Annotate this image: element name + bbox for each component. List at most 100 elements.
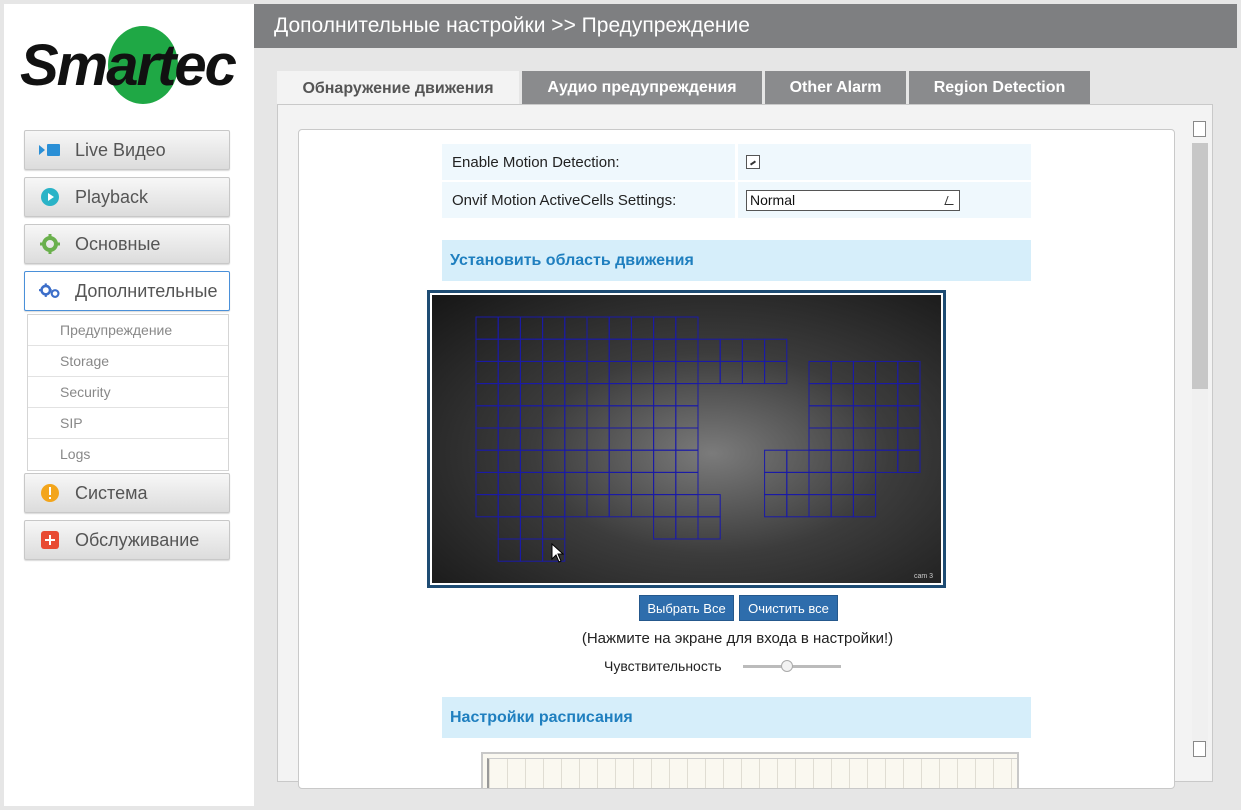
motion-grid-cell[interactable] — [497, 494, 521, 518]
sidebar-item-system[interactable]: Система — [24, 473, 230, 513]
motion-grid-cell[interactable] — [542, 471, 566, 496]
motion-grid-cell[interactable] — [475, 427, 499, 451]
schedule-grid-cells[interactable] — [487, 758, 1017, 788]
motion-grid-cell[interactable] — [875, 360, 899, 385]
tab-other-alarm[interactable]: Other Alarm — [765, 71, 906, 105]
sidebar-item-advanced[interactable]: Дополнительные — [24, 271, 230, 311]
motion-grid-cell[interactable] — [608, 360, 632, 385]
motion-grid-cell[interactable] — [897, 427, 921, 451]
motion-grid-cell[interactable] — [897, 383, 921, 407]
motion-grid-cell[interactable] — [852, 427, 877, 451]
motion-grid-cell[interactable] — [586, 449, 610, 473]
motion-grid-cell[interactable] — [630, 383, 655, 407]
motion-grid[interactable] — [432, 295, 941, 583]
motion-grid-cell[interactable] — [564, 405, 588, 429]
motion-grid-cell[interactable] — [519, 494, 544, 518]
motion-grid-cell[interactable] — [697, 338, 721, 362]
motion-grid-cell[interactable] — [830, 494, 854, 518]
schedule-grid[interactable] — [481, 752, 1019, 788]
motion-grid-cell[interactable] — [542, 427, 566, 451]
motion-grid-cell[interactable] — [719, 338, 743, 362]
onvif-cells-select[interactable]: Normal — [746, 189, 960, 211]
motion-grid-cell[interactable] — [675, 316, 699, 340]
motion-grid-cell[interactable] — [852, 449, 877, 473]
motion-grid-cell[interactable] — [630, 494, 655, 518]
motion-grid-cell[interactable] — [542, 360, 566, 385]
motion-grid-cell[interactable] — [586, 471, 610, 496]
motion-grid-cell[interactable] — [497, 405, 521, 429]
tab-motion-detection[interactable]: Обнаружение движения — [277, 71, 519, 106]
motion-grid-cell[interactable] — [675, 405, 699, 429]
motion-grid-cell[interactable] — [630, 360, 655, 385]
motion-grid-cell[interactable] — [475, 383, 499, 407]
motion-grid-cell[interactable] — [497, 383, 521, 407]
motion-grid-cell[interactable] — [542, 316, 566, 340]
motion-grid-cell[interactable] — [653, 338, 677, 362]
motion-grid-cell[interactable] — [808, 449, 832, 473]
motion-grid-cell[interactable] — [675, 383, 699, 407]
motion-grid-cell[interactable] — [875, 383, 899, 407]
motion-grid-cell[interactable] — [586, 494, 610, 518]
motion-grid-cell[interactable] — [808, 471, 832, 496]
submenu-item-storage[interactable]: Storage — [28, 346, 228, 377]
motion-grid-cell[interactable] — [475, 338, 499, 362]
motion-grid-cell[interactable] — [519, 516, 544, 540]
motion-grid-cell[interactable] — [586, 405, 610, 429]
motion-grid-cell[interactable] — [675, 360, 699, 385]
motion-grid-cell[interactable] — [497, 427, 521, 451]
motion-grid-cell[interactable] — [675, 494, 699, 518]
motion-grid-cell[interactable] — [519, 471, 544, 496]
motion-grid-cell[interactable] — [675, 338, 699, 362]
motion-grid-cell[interactable] — [653, 516, 677, 540]
motion-grid-cell[interactable] — [475, 316, 499, 340]
motion-grid-cell[interactable] — [786, 449, 810, 473]
motion-grid-cell[interactable] — [608, 449, 632, 473]
motion-grid-cell[interactable] — [630, 449, 655, 473]
motion-grid-cell[interactable] — [697, 360, 721, 385]
motion-grid-cell[interactable] — [697, 494, 721, 518]
motion-grid-cell[interactable] — [630, 427, 655, 451]
motion-grid-cell[interactable] — [542, 449, 566, 473]
motion-grid-cell[interactable] — [875, 427, 899, 451]
motion-grid-cell[interactable] — [830, 383, 854, 407]
motion-grid-cell[interactable] — [764, 494, 788, 518]
motion-grid-cell[interactable] — [519, 449, 544, 473]
motion-grid-cell[interactable] — [564, 338, 588, 362]
select-all-button[interactable]: Выбрать Все — [639, 595, 734, 621]
motion-grid-cell[interactable] — [808, 360, 832, 385]
motion-grid-cell[interactable] — [497, 449, 521, 473]
motion-grid-cell[interactable] — [852, 383, 877, 407]
motion-grid-cell[interactable] — [564, 383, 588, 407]
motion-grid-cell[interactable] — [630, 405, 655, 429]
motion-grid-cell[interactable] — [519, 360, 544, 385]
motion-grid-cell[interactable] — [519, 316, 544, 340]
motion-grid-cell[interactable] — [808, 383, 832, 407]
sidebar-item-basic[interactable]: Основные — [24, 224, 230, 264]
motion-grid-cell[interactable] — [586, 360, 610, 385]
motion-grid-cell[interactable] — [608, 383, 632, 407]
motion-grid-cell[interactable] — [830, 471, 854, 496]
motion-grid-cell[interactable] — [653, 427, 677, 451]
motion-grid-cell[interactable] — [564, 471, 588, 496]
motion-grid-cell[interactable] — [630, 316, 655, 340]
motion-grid-cell[interactable] — [475, 360, 499, 385]
motion-grid-cell[interactable] — [875, 405, 899, 429]
motion-grid-cell[interactable] — [608, 494, 632, 518]
motion-grid-cell[interactable] — [497, 516, 521, 540]
submenu-item-alarm[interactable]: Предупреждение — [28, 315, 228, 346]
motion-grid-cell[interactable] — [519, 383, 544, 407]
enable-motion-checkbox[interactable] — [746, 155, 760, 169]
motion-grid-cell[interactable] — [653, 405, 677, 429]
motion-grid-cell[interactable] — [564, 427, 588, 451]
motion-grid-cell[interactable] — [808, 427, 832, 451]
sidebar-item-playback[interactable]: Playback — [24, 177, 230, 217]
motion-grid-cell[interactable] — [608, 471, 632, 496]
motion-grid-cell[interactable] — [653, 383, 677, 407]
motion-grid-cell[interactable] — [875, 449, 899, 473]
motion-grid-cell[interactable] — [653, 471, 677, 496]
motion-grid-cell[interactable] — [830, 449, 854, 473]
motion-grid-cell[interactable] — [542, 494, 566, 518]
motion-grid-cell[interactable] — [719, 360, 743, 385]
motion-grid-cell[interactable] — [475, 449, 499, 473]
motion-grid-cell[interactable] — [852, 471, 877, 496]
